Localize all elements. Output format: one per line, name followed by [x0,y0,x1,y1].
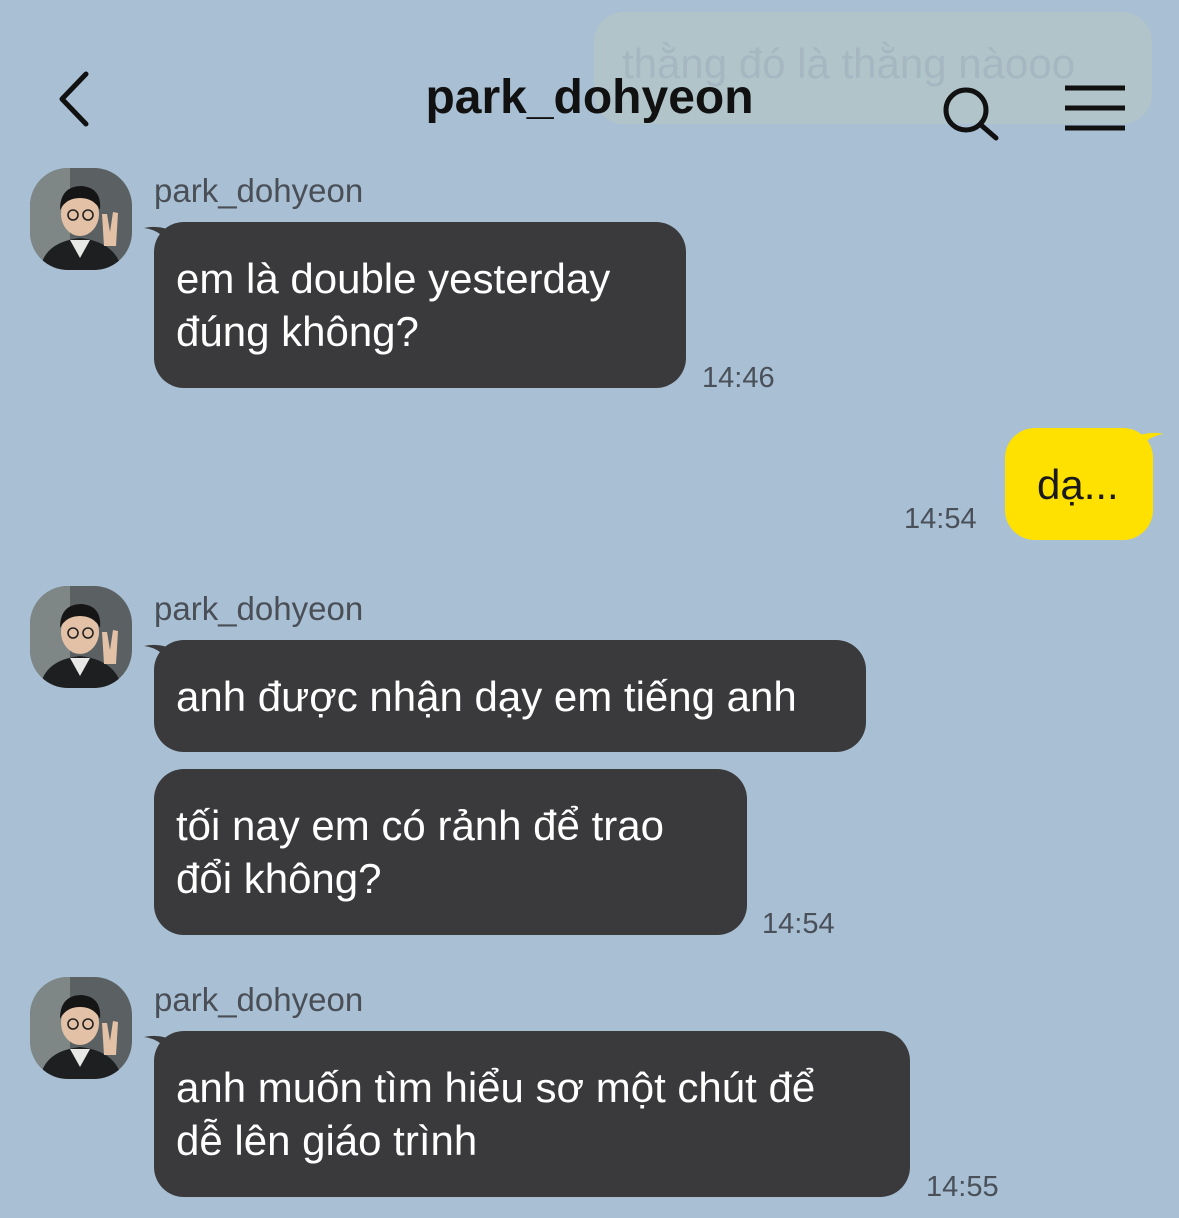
message-bubble[interactable]: anh được nhận dạy em tiếng anh [154,640,866,752]
message-time: 14:54 [904,503,977,535]
avatar[interactable] [30,977,132,1079]
menu-button[interactable] [1062,84,1128,134]
search-button[interactable] [940,84,1004,144]
sender-name: park_dohyeon [154,172,364,209]
message-time: 14:46 [702,362,775,394]
profile-photo [30,977,132,1079]
sender-name: park_dohyeon [154,981,364,1018]
message-bubble[interactable]: anh muốn tìm hiểu sơ một chút để dễ lên … [154,1031,910,1197]
avatar[interactable] [30,586,132,688]
profile-photo [30,168,132,270]
bubble-tail [1130,432,1164,460]
avatar[interactable] [30,168,132,270]
message-time: 14:54 [762,908,835,940]
profile-photo [30,586,132,688]
message-time: 14:55 [926,1171,999,1203]
menu-icon [1065,85,1125,131]
sender-name: park_dohyeon [154,590,364,627]
search-icon [943,87,999,141]
message-bubble[interactable]: em là double yesterday đúng không? [154,222,686,388]
message-bubble[interactable]: tối nay em có rảnh để trao đổi không? [154,769,747,935]
